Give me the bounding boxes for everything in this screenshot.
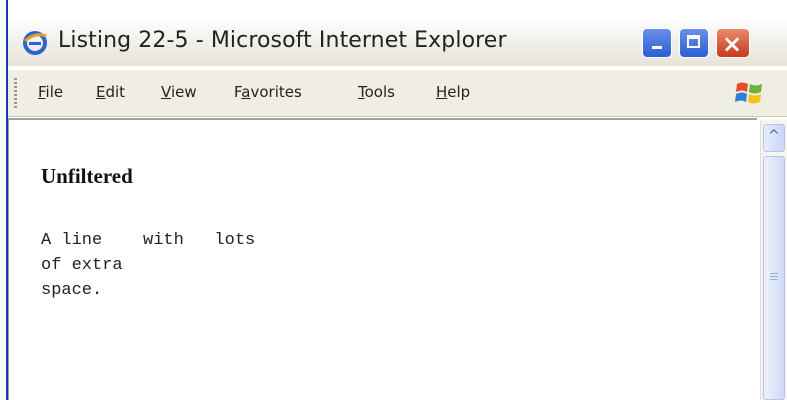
menu-file[interactable]: File [38,83,63,101]
menu-view[interactable]: View [161,83,197,101]
minimize-icon [652,46,662,49]
ie-icon [23,31,47,55]
menu-bar: File Edit View Favorites Tools Help [8,70,787,117]
menu-tools[interactable]: Tools [358,83,395,101]
menu-favorites[interactable]: Favorites [234,83,302,101]
close-button[interactable]: × [716,28,750,58]
menu-help[interactable]: Help [436,83,470,101]
window-title: Listing 22-5 - Microsoft Internet Explor… [58,28,507,53]
scroll-thumb[interactable] [763,156,785,400]
preformatted-text: A line with lots of extra space. [41,231,256,300]
windows-flag-icon [735,82,762,104]
maximize-icon [687,35,700,48]
minimize-button[interactable] [642,28,672,58]
maximize-button[interactable] [679,28,709,58]
chevron-up-icon: ^ [768,128,780,144]
vertical-scrollbar[interactable]: ^ [760,120,787,400]
title-bar[interactable]: Listing 22-5 - Microsoft Internet Explor… [8,18,787,66]
thumb-grip-icon [770,273,778,281]
menu-edit[interactable]: Edit [96,83,125,101]
page-content: Unfiltered A line with lots of extra spa… [8,118,757,400]
browser-window: Listing 22-5 - Microsoft Internet Explor… [6,0,787,400]
scroll-up-button[interactable]: ^ [763,124,785,152]
page-heading: Unfiltered [41,164,133,188]
toolbar-grip[interactable] [14,78,17,108]
close-icon: × [722,30,743,58]
